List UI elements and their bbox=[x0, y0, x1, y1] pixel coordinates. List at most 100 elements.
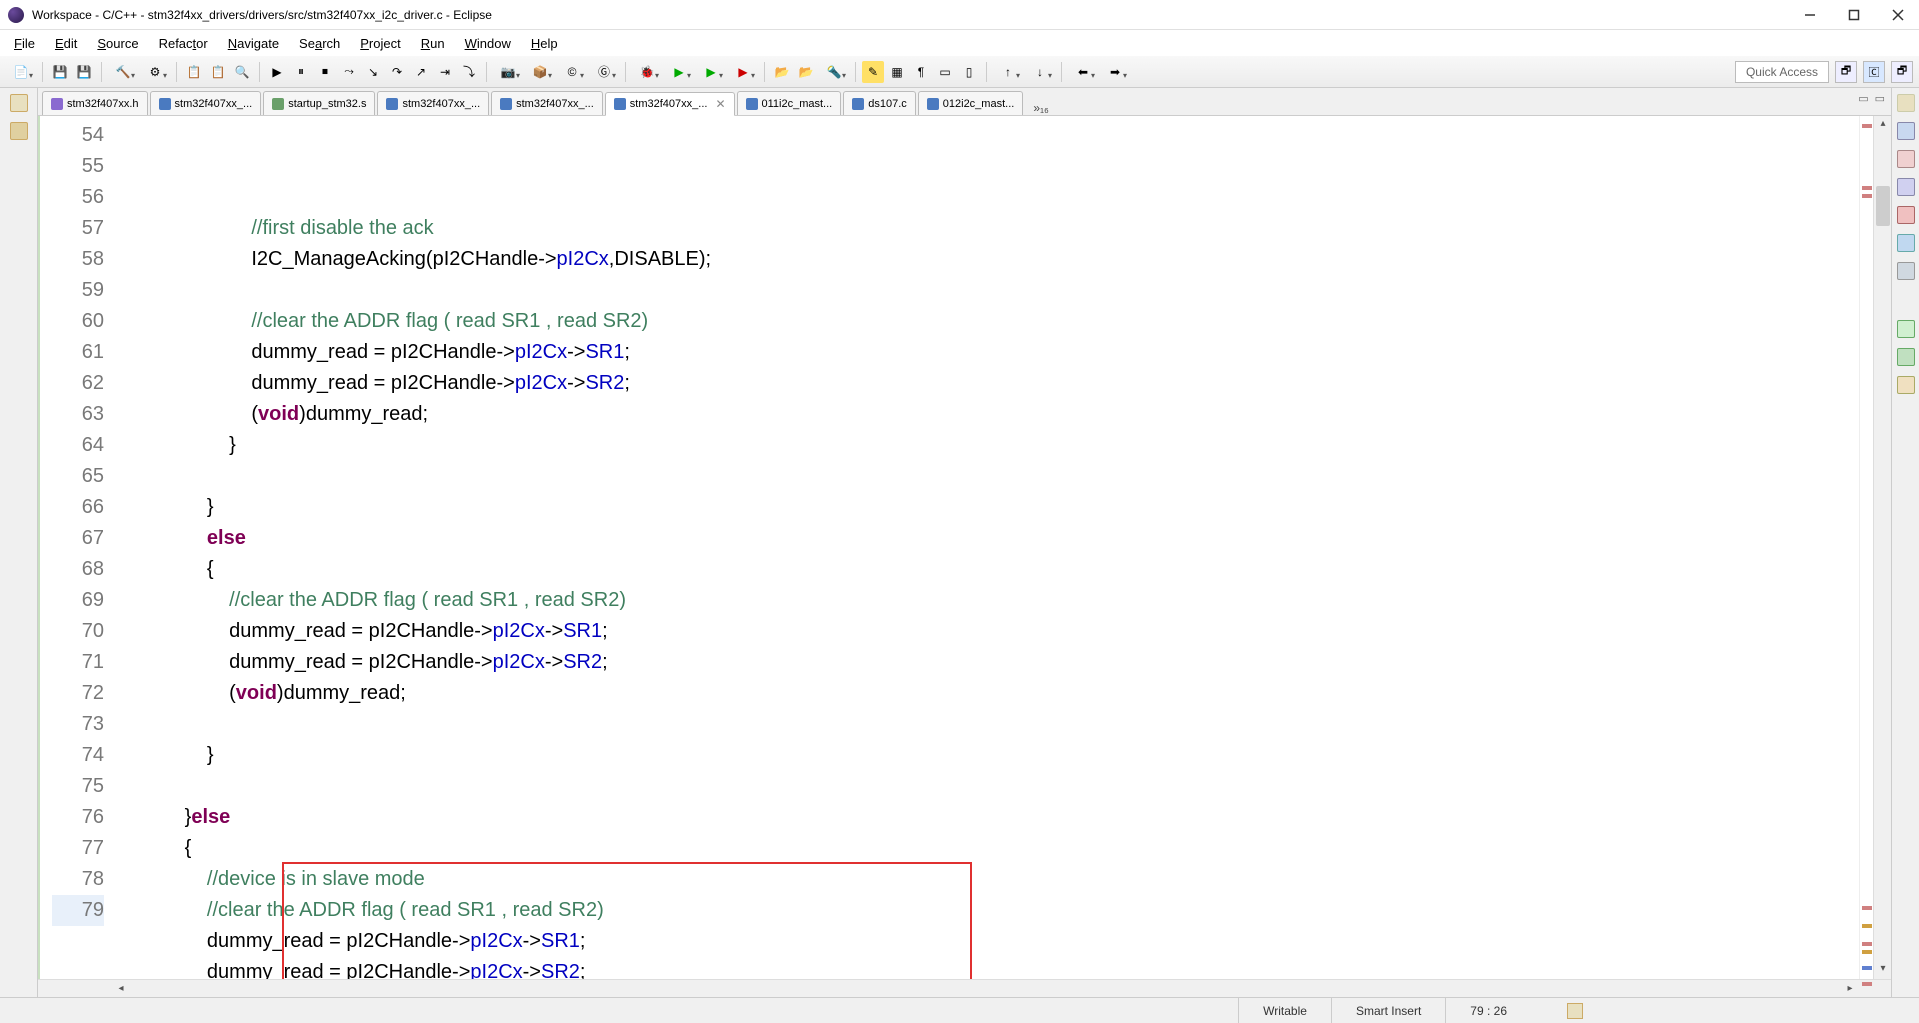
memory-view-icon[interactable] bbox=[1897, 348, 1915, 366]
save-all-button[interactable]: 💾 bbox=[73, 61, 95, 83]
maximize-editor-icon[interactable]: ▭ bbox=[1875, 92, 1885, 105]
code-line[interactable]: dummy_read = pI2CHandle->pI2Cx->SR1; bbox=[118, 337, 1859, 368]
run-button[interactable]: ▶ bbox=[664, 61, 694, 83]
code-line[interactable]: //clear the ADDR flag ( read SR1 , read … bbox=[118, 306, 1859, 337]
code-line[interactable]: I2C_ManageAcking(pI2CHandle->pI2Cx,DISAB… bbox=[118, 244, 1859, 275]
terminate-button[interactable]: ⏹ bbox=[314, 61, 336, 83]
code-line[interactable]: { bbox=[118, 554, 1859, 585]
editor-tab[interactable]: stm32f407xx_... bbox=[377, 91, 489, 115]
scrollbar-thumb[interactable] bbox=[1876, 186, 1890, 226]
new-what-button[interactable]: Ⓖ bbox=[589, 61, 619, 83]
perspective-cpp-button[interactable]: 🄲 bbox=[1863, 61, 1885, 83]
status-build-icon[interactable] bbox=[1567, 1003, 1583, 1019]
tool-a[interactable]: 📋 bbox=[183, 61, 205, 83]
code-line[interactable]: } bbox=[118, 430, 1859, 461]
new-button[interactable]: 📄 bbox=[6, 61, 36, 83]
code-line[interactable]: //clear the ADDR flag ( read SR1 , read … bbox=[118, 585, 1859, 616]
next-annot-button[interactable]: ↓ bbox=[1025, 61, 1055, 83]
scroll-left-icon[interactable]: ◂ bbox=[112, 983, 130, 994]
problems-view-icon[interactable] bbox=[1897, 206, 1915, 224]
overview-mark[interactable] bbox=[1862, 924, 1872, 928]
outline-view-icon[interactable] bbox=[1897, 122, 1915, 140]
editor-tab[interactable]: stm32f407xx_...✕ bbox=[605, 92, 735, 116]
folding-ruler[interactable] bbox=[38, 116, 52, 979]
menu-source[interactable]: Source bbox=[87, 32, 148, 55]
tool-c[interactable]: 🔍 bbox=[231, 61, 253, 83]
maximize-button[interactable] bbox=[1845, 6, 1863, 24]
resume-button[interactable]: ▶ bbox=[266, 61, 288, 83]
code-line[interactable]: dummy_read = pI2CHandle->pI2Cx->SR2; bbox=[118, 647, 1859, 678]
prev-annot-button[interactable]: ↑ bbox=[993, 61, 1023, 83]
code-line[interactable]: //first disable the ack bbox=[118, 213, 1859, 244]
scroll-down-icon[interactable]: ▾ bbox=[1876, 963, 1890, 977]
code-editor[interactable]: 5455565758596061626364656667686970717273… bbox=[38, 116, 1891, 979]
search-button[interactable]: 🔦 bbox=[819, 61, 849, 83]
overview-mark[interactable] bbox=[1862, 186, 1872, 190]
open-type-button[interactable]: 📂 bbox=[771, 61, 793, 83]
new-class-button[interactable]: © bbox=[557, 61, 587, 83]
menu-navigate[interactable]: Navigate bbox=[218, 32, 289, 55]
line-number-ruler[interactable]: 5455565758596061626364656667686970717273… bbox=[52, 116, 112, 979]
editor-tab[interactable]: stm32f407xx_... bbox=[150, 91, 262, 115]
code-line[interactable] bbox=[118, 771, 1859, 802]
menu-edit[interactable]: Edit bbox=[45, 32, 87, 55]
build-config-button[interactable]: ⚙ bbox=[140, 61, 170, 83]
overview-mark[interactable] bbox=[1862, 982, 1872, 986]
code-line[interactable]: //clear the ADDR flag ( read SR1 , read … bbox=[118, 895, 1859, 926]
build-button[interactable]: 🔨 bbox=[108, 61, 138, 83]
new-proj-button[interactable]: 📦 bbox=[525, 61, 555, 83]
launch-button[interactable]: 📷 bbox=[493, 61, 523, 83]
tool-b[interactable]: 📋 bbox=[207, 61, 229, 83]
overview-mark[interactable] bbox=[1862, 906, 1872, 910]
minimize-button[interactable] bbox=[1801, 6, 1819, 24]
step-over-button[interactable]: ↷ bbox=[386, 61, 408, 83]
overview-mark[interactable] bbox=[1862, 950, 1872, 954]
toggle-ws-button[interactable]: ¶ bbox=[910, 61, 932, 83]
overview-mark[interactable] bbox=[1862, 942, 1872, 946]
scroll-right-icon[interactable]: ▸ bbox=[1841, 983, 1859, 994]
scroll-up-icon[interactable]: ▴ bbox=[1876, 118, 1890, 132]
editor-tab[interactable]: ds107.c bbox=[843, 91, 916, 115]
close-button[interactable] bbox=[1889, 6, 1907, 24]
drop-frame-button[interactable]: ⤵ bbox=[458, 61, 480, 83]
debug-button[interactable]: 🐞 bbox=[632, 61, 662, 83]
overview-mark[interactable] bbox=[1862, 966, 1872, 970]
code-line[interactable]: (void)dummy_read; bbox=[118, 399, 1859, 430]
code-line[interactable] bbox=[118, 275, 1859, 306]
disconnect-button[interactable]: ⤳ bbox=[338, 61, 360, 83]
back-button[interactable]: ⬅ bbox=[1068, 61, 1098, 83]
suspend-button[interactable]: ⏸ bbox=[290, 61, 312, 83]
step-return-button[interactable]: ↗ bbox=[410, 61, 432, 83]
menu-search[interactable]: Search bbox=[289, 32, 350, 55]
code-line[interactable]: dummy_read = pI2CHandle->pI2Cx->SR1; bbox=[118, 616, 1859, 647]
overview-mark[interactable] bbox=[1862, 194, 1872, 198]
editor-tab[interactable]: stm32f407xx.h bbox=[42, 91, 148, 115]
perspective-open-button[interactable]: 🗗 bbox=[1835, 61, 1857, 83]
instruction-step-button[interactable]: ⇥ bbox=[434, 61, 456, 83]
toggle-sel-button[interactable]: ▯ bbox=[958, 61, 980, 83]
editor-tab[interactable]: startup_stm32.s bbox=[263, 91, 375, 115]
code-line[interactable]: dummy_read = pI2CHandle->pI2Cx->SR2; bbox=[118, 368, 1859, 399]
menu-project[interactable]: Project bbox=[350, 32, 410, 55]
editor-tab[interactable]: stm32f407xx_... bbox=[491, 91, 603, 115]
code-line[interactable]: }else bbox=[118, 802, 1859, 833]
vertical-scrollbar[interactable]: ▴ ▾ bbox=[1873, 116, 1891, 979]
open-task-button[interactable]: 📂 bbox=[795, 61, 817, 83]
task-view-icon[interactable] bbox=[1897, 150, 1915, 168]
menu-refactor[interactable]: Refactor bbox=[149, 32, 218, 55]
code-line[interactable]: } bbox=[118, 740, 1859, 771]
ext-tools-button[interactable]: ▶ bbox=[728, 61, 758, 83]
minimize-editor-icon[interactable]: ▭ bbox=[1858, 92, 1868, 105]
code-line[interactable] bbox=[118, 709, 1859, 740]
code-line[interactable]: dummy_read = pI2CHandle->pI2Cx->SR2; bbox=[118, 957, 1859, 979]
code-line[interactable]: else bbox=[118, 523, 1859, 554]
restore-right-icon[interactable] bbox=[1897, 94, 1915, 112]
step-into-button[interactable]: ↘ bbox=[362, 61, 384, 83]
menu-window[interactable]: Window bbox=[455, 32, 521, 55]
console-view-icon[interactable] bbox=[1897, 234, 1915, 252]
perspective-debug-button[interactable]: 🗗 bbox=[1891, 61, 1913, 83]
code-area[interactable]: //first disable the ack I2C_ManageAcking… bbox=[112, 116, 1859, 979]
forward-button[interactable]: ➡ bbox=[1100, 61, 1130, 83]
editor-tab[interactable]: 012i2c_mast... bbox=[918, 91, 1024, 115]
make-view-icon[interactable] bbox=[1897, 178, 1915, 196]
